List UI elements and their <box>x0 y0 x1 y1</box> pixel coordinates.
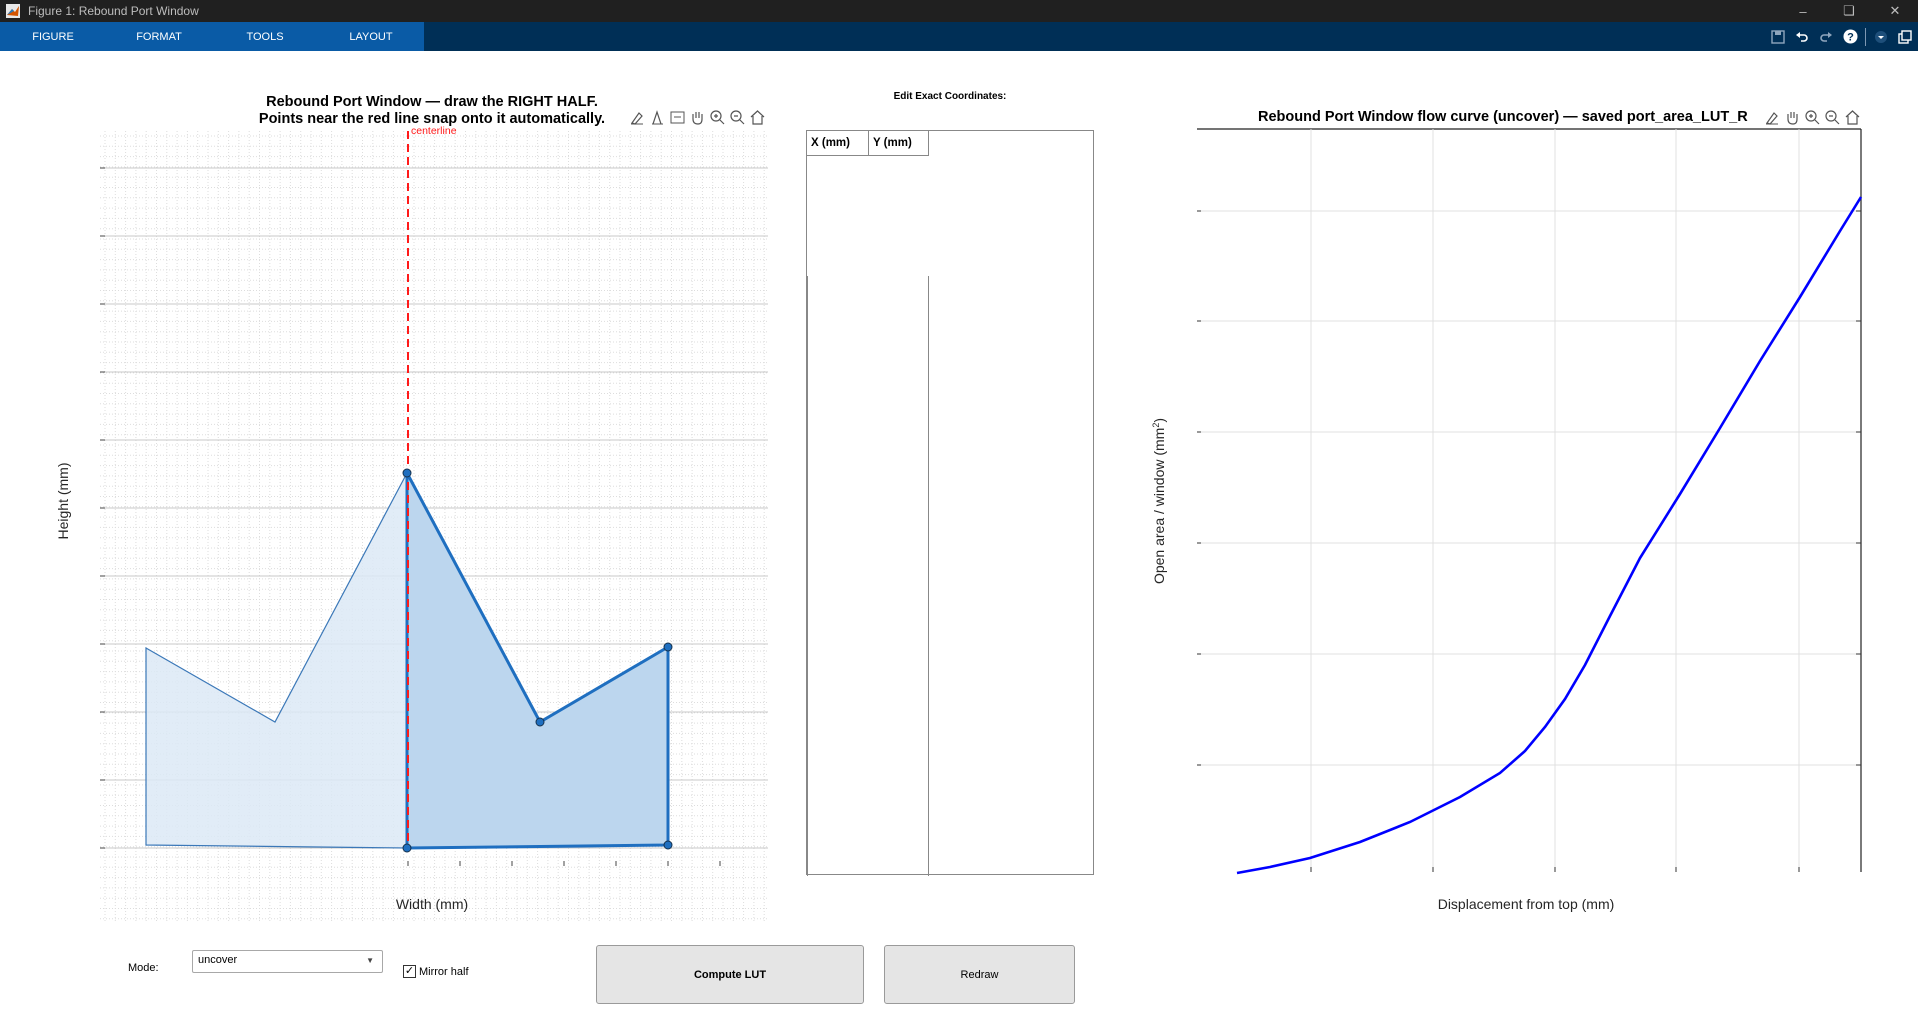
flow-curve-title: Rebound Port Window flow curve (uncover)… <box>1258 109 1748 125</box>
tab-layout[interactable]: LAYOUT <box>318 22 424 51</box>
help-icon[interactable]: ? <box>1841 28 1859 46</box>
checkmark-icon[interactable]: ✓ <box>403 965 416 978</box>
vertex-point[interactable] <box>663 642 673 652</box>
home-icon[interactable] <box>1844 109 1861 126</box>
coords-column-divider <box>807 276 808 876</box>
quick-access-toolbar: ? <box>1769 22 1914 51</box>
home-icon[interactable] <box>749 109 766 126</box>
flow-curve-xlabel: Displacement from top (mm) <box>1438 896 1615 912</box>
coords-table[interactable]: X (mm) Y (mm) <box>806 130 1094 876</box>
tab-format[interactable]: FORMAT <box>106 22 212 51</box>
drawing-axes[interactable]: centerline Rebound Port Window — draw th… <box>0 51 790 931</box>
restore-icon[interactable]: ❏ <box>1826 0 1872 22</box>
redo-icon[interactable] <box>1817 28 1835 46</box>
toolstrip-tabs: FIGURE FORMAT TOOLS LAYOUT <box>0 22 424 51</box>
tab-tools[interactable]: TOOLS <box>212 22 318 51</box>
vertex-point[interactable] <box>535 717 545 727</box>
svg-text:?: ? <box>1847 32 1854 44</box>
mirror-half-label: Mirror half <box>419 965 469 978</box>
mirrored-half-fill <box>145 472 408 849</box>
vertex-point[interactable] <box>663 840 673 850</box>
close-icon[interactable]: ✕ <box>1872 0 1918 22</box>
vertex-point[interactable] <box>402 468 412 478</box>
datatip-icon[interactable] <box>649 109 666 126</box>
drawing-title-line1: Rebound Port Window — draw the RIGHT HAL… <box>266 94 598 110</box>
drawn-half-fill <box>405 472 670 850</box>
brush-icon[interactable] <box>1764 109 1781 126</box>
coords-column-divider <box>928 276 929 876</box>
flow-curve-axes[interactable]: Rebound Port Window flow curve (uncover)… <box>1120 51 1918 931</box>
zoom-in-icon[interactable] <box>709 109 726 126</box>
coords-header-y[interactable]: Y (mm) <box>869 131 929 156</box>
dropdown-icon[interactable] <box>1872 28 1890 46</box>
minimize-icon[interactable]: – <box>1780 0 1826 22</box>
flow-curve-line <box>1236 196 1863 875</box>
matlab-logo-icon <box>6 4 20 18</box>
drawing-ylabel: Height (mm) <box>55 462 71 539</box>
compute-lut-button[interactable]: Compute LUT <box>596 945 864 1004</box>
figure-canvas: centerline Rebound Port Window — draw th… <box>0 51 1918 1030</box>
flow-curve-grid <box>1197 128 1862 872</box>
toolstrip: FIGURE FORMAT TOOLS LAYOUT ? <box>0 22 1918 51</box>
redraw-button[interactable]: Redraw <box>884 945 1075 1004</box>
vertex-point[interactable] <box>402 843 412 853</box>
mode-dropdown[interactable]: uncover ▼ <box>192 950 383 973</box>
undo-icon[interactable] <box>1793 28 1811 46</box>
window-titlebar: Figure 1: Rebound Port Window – ❏ ✕ <box>0 0 1918 22</box>
zoom-in-icon[interactable] <box>1804 109 1821 126</box>
pan-icon[interactable] <box>1784 109 1801 126</box>
legend-icon[interactable] <box>669 109 686 126</box>
chevron-down-icon: ▼ <box>366 956 374 965</box>
zoom-out-icon[interactable] <box>1824 109 1841 126</box>
window-controls: – ❏ ✕ <box>1780 0 1918 22</box>
drawing-title-line2: Points near the red line snap onto it au… <box>259 111 605 127</box>
toolbar-separator <box>1865 27 1866 46</box>
tab-figure[interactable]: FIGURE <box>0 22 106 51</box>
save-icon[interactable] <box>1769 28 1787 46</box>
mode-value: uncover <box>198 954 238 966</box>
coords-table-label: Edit Exact Coordinates: <box>893 91 1007 102</box>
zoom-out-icon[interactable] <box>729 109 746 126</box>
pan-icon[interactable] <box>689 109 706 126</box>
brush-icon[interactable] <box>629 109 646 126</box>
window-title: Figure 1: Rebound Port Window <box>28 4 199 18</box>
coords-header-x[interactable]: X (mm) <box>807 131 869 156</box>
drawing-xlabel: Width (mm) <box>396 896 468 912</box>
mode-label: Mode: <box>128 962 159 974</box>
mirror-half-checkbox[interactable]: ✓ Mirror half <box>403 965 469 978</box>
flow-curve-ylabel: Open area / window (mm2) <box>1151 418 1167 584</box>
undock-icon[interactable] <box>1896 28 1914 46</box>
